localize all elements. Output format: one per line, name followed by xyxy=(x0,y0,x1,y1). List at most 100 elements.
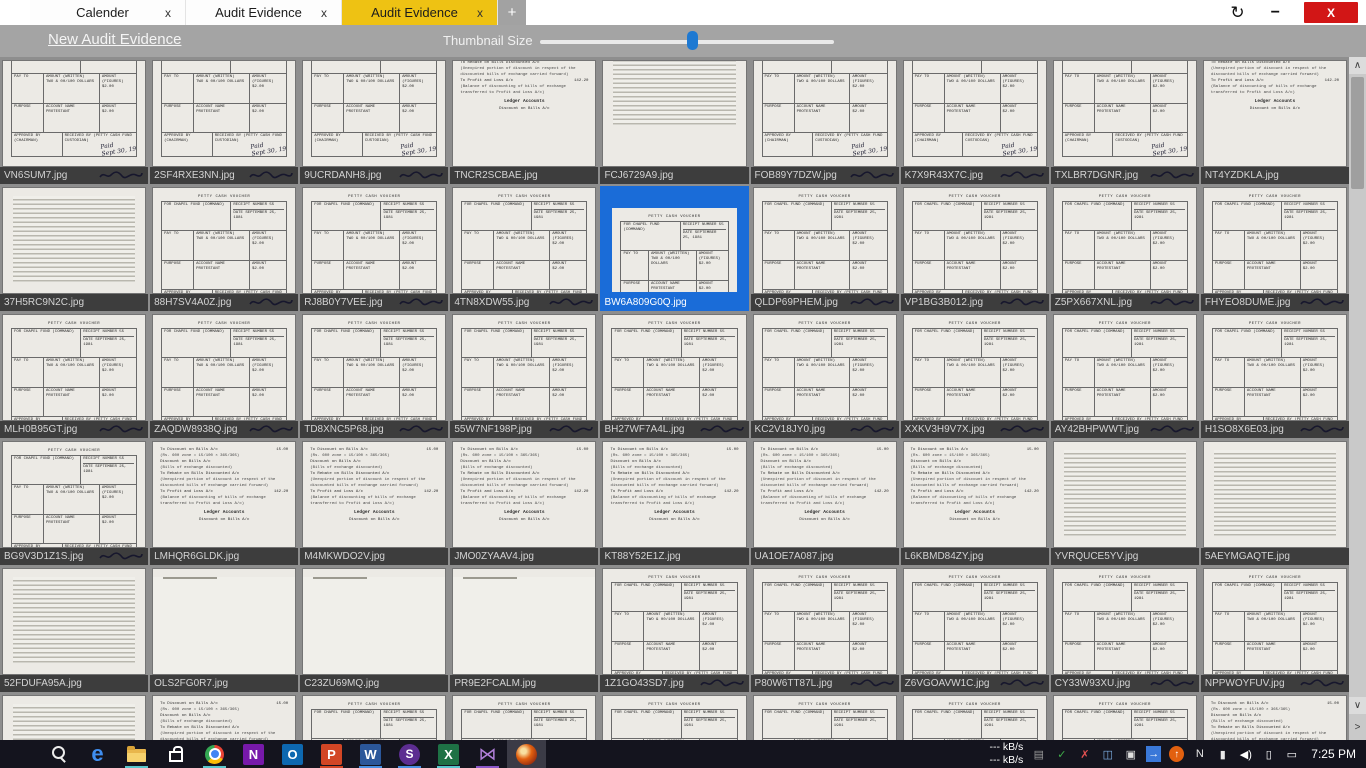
onenote-icon[interactable]: N xyxy=(234,740,273,768)
new-audit-evidence-link[interactable]: New Audit Evidence xyxy=(48,31,181,48)
thumbnail-cell[interactable]: To Discount on Bills A/c15.00(Rs. 600 zo… xyxy=(1201,694,1349,740)
thumbnail-cell[interactable]: PETTY CASH VOUCHER FOR CHAPEL FUND (COMM… xyxy=(900,59,1049,184)
thumbnail-cell[interactable]: PETTY CASH VOUCHER FOR CHAPEL FUND (COMM… xyxy=(450,313,599,438)
thumbnail-cell[interactable]: PETTY CASH VOUCHER FOR CHAPEL FUND (COMM… xyxy=(1050,59,1199,184)
thumbnail-cell[interactable]: PETTY CASH VOUCHER FOR CHAPEL FUND (COMM… xyxy=(300,313,449,438)
tab-close-icon[interactable]: x xyxy=(475,6,485,20)
file-explorer-icon[interactable] xyxy=(117,740,156,768)
sync-blue-icon[interactable]: → xyxy=(1146,746,1162,762)
thumbnail-cell[interactable]: PETTY CASH VOUCHER FOR CHAPEL FUND (COMM… xyxy=(600,313,749,438)
thumbnail-cell[interactable]: PETTY CASH VOUCHER FOR CHAPEL FUND (COMM… xyxy=(750,59,899,184)
thumbnail-cell[interactable]: PETTY CASH VOUCHER FOR CHAPEL FUND (COMM… xyxy=(300,186,449,311)
tab-close-icon[interactable]: x xyxy=(319,6,329,20)
thumbnail-cell[interactable]: PETTY CASH VOUCHER FOR CHAPEL FUND (COMM… xyxy=(0,313,149,438)
search-icon[interactable] xyxy=(39,740,78,768)
thumbnail-cell[interactable]: PETTY CASH VOUCHER FOR CHAPEL FUND (COMM… xyxy=(750,313,899,438)
clock[interactable]: 7:25 PM xyxy=(1311,747,1356,761)
new-tab-button[interactable]: + xyxy=(498,0,526,25)
scrollbar-thumb[interactable] xyxy=(1351,77,1364,189)
device-icon[interactable]: ◫ xyxy=(1100,746,1115,762)
thumbnail-cell[interactable]: PETTY CASH VOUCHER FOR CHAPEL FUND (COMM… xyxy=(450,186,599,311)
thumbnail-cell[interactable]: To Discount on Bills A/c15.00(Rs. 600 zo… xyxy=(300,440,449,565)
thumbnail-cell[interactable]: PETTY CASH VOUCHER FOR CHAPEL FUND (COMM… xyxy=(751,694,899,740)
thumbnail-cell[interactable]: PETTY CASH VOUCHER FOR CHAPEL FUND (COMM… xyxy=(600,567,749,692)
refresh-icon[interactable]: ↻ xyxy=(1230,3,1244,23)
thumbnail-cell[interactable]: To Discount on Bills A/c15.00(Rs. 600 zo… xyxy=(900,440,1049,565)
thumbnail-cell[interactable]: PETTY CASH VOUCHER FOR CHAPEL FUND (COMM… xyxy=(1050,313,1199,438)
thumbnail-cell[interactable]: PETTY CASH VOUCHER FOR CHAPEL FUND (COMM… xyxy=(900,567,1049,692)
thumbnail-cell[interactable]: PETTY CASH VOUCHER FOR CHAPEL FUND (COMM… xyxy=(600,186,749,311)
thumbnail-cell[interactable]: PETTY CASH VOUCHER FOR CHAPEL FUND (COMM… xyxy=(1200,567,1349,692)
thumbnail-cell[interactable]: 5AEYMGAQTE.jpg xyxy=(1200,440,1349,565)
thumbnail-cell[interactable]: PETTY CASH VOUCHER FOR CHAPEL FUND (COMM… xyxy=(900,186,1049,311)
upload-icon[interactable]: ↑ xyxy=(1169,746,1185,762)
store-icon[interactable] xyxy=(156,740,195,768)
thumbnail-cell[interactable]: To Discount on Bills A/c15.00(Rs. 600 zo… xyxy=(450,440,599,565)
snip-icon[interactable]: N xyxy=(1192,746,1207,762)
start-icon[interactable] xyxy=(0,740,39,768)
tab-calender[interactable]: Calender x xyxy=(30,0,186,25)
usb-safe-remove-icon[interactable]: ✓ xyxy=(1054,746,1069,762)
thumbnail-cell[interactable]: PETTY CASH VOUCHER FOR CHAPEL FUND (COMM… xyxy=(750,567,899,692)
thumbnail-cell[interactable]: PETTY CASH VOUCHER FOR CHAPEL FUND (COMM… xyxy=(150,59,299,184)
thumbnail-cell[interactable]: PETTY CASH VOUCHER FOR CHAPEL FUND (COMM… xyxy=(1050,186,1199,311)
network-icon[interactable]: ▯ xyxy=(1261,746,1276,762)
thumbnail-cell[interactable]: PETTY CASH VOUCHER FOR CHAPEL FUND (COMM… xyxy=(150,186,299,311)
sync-app-icon[interactable]: S xyxy=(390,740,429,768)
visual-studio-icon[interactable]: ⋈ xyxy=(468,740,507,768)
thumbnail-size-slider[interactable] xyxy=(540,31,834,50)
cloud-error-icon[interactable]: ✗ xyxy=(1077,746,1092,762)
thumbnail-cell[interactable]: PETTY CASH VOUCHER FOR CHAPEL FUND (COMM… xyxy=(901,694,1049,740)
slider-thumb[interactable] xyxy=(687,31,698,50)
thumbnail-cell[interactable]: PETTY CASH VOUCHER FOR CHAPEL FUND (COMM… xyxy=(0,440,149,565)
thumbnail-cell[interactable]: PETTY CASH VOUCHER FOR CHAPEL FUND (COMM… xyxy=(0,59,149,184)
thumbnail-cell[interactable]: PETTY CASH VOUCHER FOR CHAPEL FUND (COMM… xyxy=(600,694,748,740)
thumbnail-cell[interactable]: To Discount on Bills A/c15.00(Rs. 600 zo… xyxy=(150,440,299,565)
thumbnail-cell[interactable]: To Discount on Bills A/c15.00(Rs. 600 zo… xyxy=(750,440,899,565)
action-center-icon[interactable]: ▭ xyxy=(1284,746,1299,762)
scroll-right-button[interactable]: > xyxy=(1349,719,1366,736)
thumbnail-cell[interactable]: PR9E2FCALM.jpg xyxy=(450,567,599,692)
thumbnail-cell[interactable]: 52FDUFA95A.jpg xyxy=(0,567,149,692)
thumbnail-cell[interactable]: To Discount on Bills A/c15.00(Rs. 600 zo… xyxy=(150,694,298,740)
scroll-up-button[interactable]: ∧ xyxy=(1349,57,1366,74)
tab-close-icon[interactable]: x xyxy=(163,6,173,20)
powerpoint-icon[interactable]: P xyxy=(312,740,351,768)
scroll-down-button[interactable]: ∨ xyxy=(1349,697,1366,714)
display-tray-icon[interactable]: ▤ xyxy=(1031,746,1046,762)
tab-audit-evidence-2[interactable]: Audit Evidence x xyxy=(342,0,498,25)
volume-icon[interactable]: ◀) xyxy=(1238,746,1253,762)
tab-audit-evidence-1[interactable]: Audit Evidence x xyxy=(186,0,342,25)
thumbnail-cell[interactable]: To Discount on Bills A/c15.00(Rs. 600 zo… xyxy=(450,59,599,184)
thumbnail-cell[interactable]: PETTY CASH VOUCHER FOR CHAPEL FUND (COMM… xyxy=(900,313,1049,438)
excel-icon[interactable]: X xyxy=(429,740,468,768)
thumbnail-cell[interactable] xyxy=(0,694,148,740)
thumbnail-cell[interactable]: PETTY CASH VOUCHER FOR CHAPEL FUND (COMM… xyxy=(300,59,449,184)
edge-icon[interactable]: e xyxy=(78,740,117,768)
outlook-icon[interactable]: O xyxy=(273,740,312,768)
thumbnail-cell[interactable]: YVRQUCE5YV.jpg xyxy=(1050,440,1199,565)
thumbnail-cell[interactable]: PETTY CASH VOUCHER FOR CHAPEL FUND (COMM… xyxy=(1050,567,1199,692)
capture-icon[interactable]: ▣ xyxy=(1123,746,1138,762)
thumbnail-cell[interactable]: PETTY CASH VOUCHER FOR CHAPEL FUND (COMM… xyxy=(450,694,598,740)
thumbnail-cell[interactable]: 37H5RC9N2C.jpg xyxy=(0,186,149,311)
word-icon[interactable]: W xyxy=(351,740,390,768)
thumbnail-cell[interactable]: PETTY CASH VOUCHER FOR CHAPEL FUND (COMM… xyxy=(1200,313,1349,438)
vertical-scrollbar[interactable]: ∧ ∨ > xyxy=(1349,57,1366,740)
thumbnail-cell[interactable]: PETTY CASH VOUCHER FOR CHAPEL FUND (COMM… xyxy=(150,313,299,438)
minimize-button[interactable]: − xyxy=(1271,4,1280,22)
thumbnail-filename: FCJ6729A9.jpg xyxy=(600,167,749,184)
thumbnail-cell[interactable]: To Discount on Bills A/c15.00(Rs. 600 zo… xyxy=(1200,59,1349,184)
thumbnail-cell[interactable]: PETTY CASH VOUCHER FOR CHAPEL FUND (COMM… xyxy=(1051,694,1199,740)
thumbnail-cell[interactable]: PETTY CASH VOUCHER FOR CHAPEL FUND (COMM… xyxy=(300,694,448,740)
thumbnail-cell[interactable]: OLS2FG0R7.jpg xyxy=(150,567,299,692)
close-button[interactable]: X xyxy=(1304,2,1358,23)
thumbnail-cell[interactable]: FCJ6729A9.jpg xyxy=(600,59,749,184)
image-viewer-icon[interactable] xyxy=(507,740,546,768)
thumbnail-cell[interactable]: To Discount on Bills A/c15.00(Rs. 600 zo… xyxy=(600,440,749,565)
thumbnail-cell[interactable]: C23ZU69MQ.jpg xyxy=(300,567,449,692)
thumbnail-cell[interactable]: PETTY CASH VOUCHER FOR CHAPEL FUND (COMM… xyxy=(750,186,899,311)
thumbnail-cell[interactable]: PETTY CASH VOUCHER FOR CHAPEL FUND (COMM… xyxy=(1200,186,1349,311)
battery-icon[interactable]: ▮ xyxy=(1215,746,1230,762)
chrome-icon[interactable] xyxy=(195,740,234,768)
